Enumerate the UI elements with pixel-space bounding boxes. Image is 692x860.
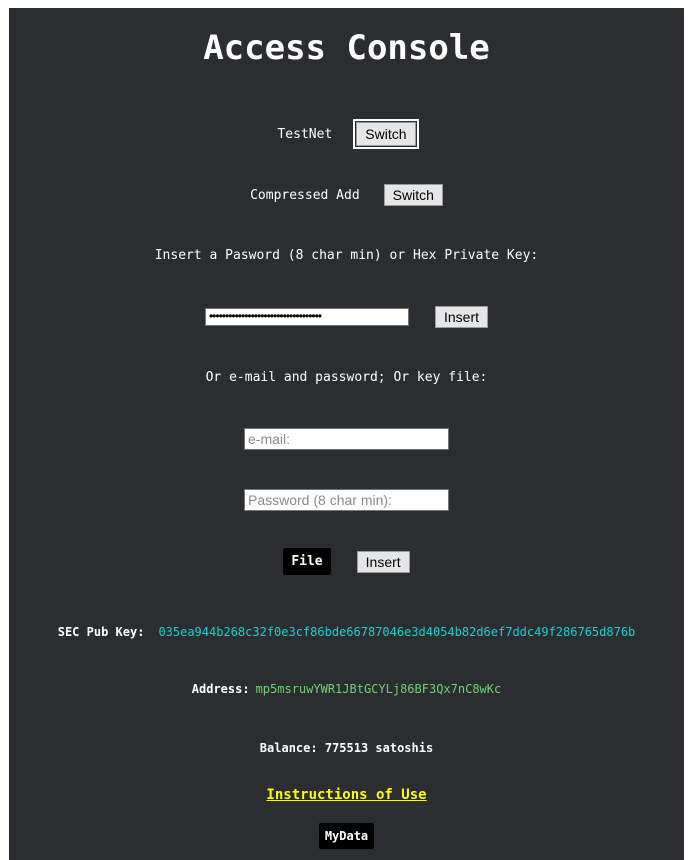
alt-login-prompt: Or e-mail and password; Or key file: bbox=[205, 370, 488, 385]
compressed-label: Compressed Add bbox=[250, 187, 360, 203]
testnet-label: TestNet bbox=[277, 126, 333, 142]
private-key-prompt-row: Insert a Pasword (8 char min) or Hex Pri… bbox=[9, 248, 684, 263]
access-console-panel: Access Console TestNet Switch Compressed… bbox=[9, 8, 684, 860]
balance-text: Balance: 775513 satoshis bbox=[259, 741, 434, 755]
file-button[interactable]: File bbox=[283, 548, 331, 575]
address-row: Address: mp5msruwYWR1JBtGCYLj86BF3Qx7nC8… bbox=[9, 682, 684, 696]
address-value: mp5msruwYWR1JBtGCYLj86BF3Qx7nC8wKc bbox=[255, 682, 502, 696]
compressed-row: Compressed Add Switch bbox=[9, 184, 684, 206]
instructions-row: Instructions of Use bbox=[9, 787, 684, 803]
pubkey-value: 035ea944b268c32f0e3cf86bde66787046e3d405… bbox=[158, 625, 636, 639]
pubkey-label: SEC Pub Key: bbox=[57, 625, 145, 639]
mydata-button[interactable]: MyData bbox=[318, 823, 375, 849]
testnet-switch-button[interactable]: Switch bbox=[353, 119, 419, 149]
pubkey-row: SEC Pub Key: 035ea944b268c32f0e3cf86bde6… bbox=[9, 625, 684, 639]
instructions-link[interactable]: Instructions of Use bbox=[266, 787, 426, 803]
password-field[interactable] bbox=[244, 489, 449, 511]
private-key-prompt: Insert a Pasword (8 char min) or Hex Pri… bbox=[154, 248, 539, 263]
alt-login-prompt-row: Or e-mail and password; Or key file: bbox=[9, 370, 684, 385]
balance-row: Balance: 775513 satoshis bbox=[9, 741, 684, 755]
address-label: Address: bbox=[191, 682, 250, 696]
testnet-row: TestNet Switch bbox=[9, 119, 684, 149]
private-key-input-row: ••••••••••••••••••••••••••••••••••• Inse… bbox=[9, 306, 684, 328]
email-row bbox=[9, 428, 684, 450]
email-field[interactable] bbox=[244, 428, 449, 450]
page-title: Access Console bbox=[203, 28, 490, 68]
private-key-input[interactable]: ••••••••••••••••••••••••••••••••••• bbox=[204, 308, 409, 326]
mydata-row: MyData bbox=[9, 823, 684, 849]
alt-login-insert-button[interactable]: Insert bbox=[356, 550, 410, 573]
compressed-switch-button[interactable]: Switch bbox=[383, 184, 443, 206]
file-insert-row: File Insert bbox=[9, 548, 684, 575]
password-row bbox=[9, 489, 684, 511]
private-key-insert-button[interactable]: Insert bbox=[434, 306, 488, 328]
